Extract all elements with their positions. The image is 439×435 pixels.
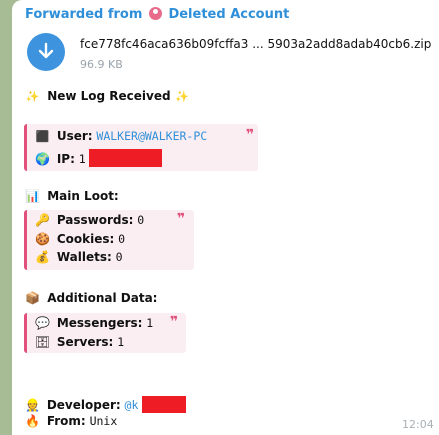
user-line: ⬛ User: WALKER@WALKER-PC: [35, 129, 208, 143]
messengers-value: 1: [146, 316, 154, 330]
main-loot-heading: 📊 Main Loot:: [25, 189, 119, 203]
ip-redaction: [89, 149, 163, 167]
bar-chart-icon: 📊: [25, 189, 40, 203]
cookies-label: Cookies:: [56, 232, 115, 246]
passwords-label: Passwords:: [56, 213, 134, 227]
user-quote-block: ⬛ User: WALKER@WALKER-PC ❞ 🌍 IP: 1: [24, 124, 258, 171]
message-bubble[interactable]: Forwarded from Deleted Account fce778fc4…: [12, 0, 439, 435]
download-arrow-icon: [38, 42, 54, 59]
additional-data-title: Additional Data:: [47, 291, 158, 305]
ip-label: IP:: [56, 152, 75, 166]
user-value[interactable]: WALKER@WALKER-PC: [96, 129, 207, 143]
additional-data-quote-block: 💬 Messengers: 1 ❞ 🗄 Servers: 1: [24, 313, 186, 353]
developer-handle[interactable]: @k: [125, 398, 139, 412]
forwarded-prefix: Forwarded from: [25, 7, 143, 22]
sparkle-icon: ✨: [25, 90, 40, 103]
package-icon: 📦: [25, 291, 40, 305]
log-title-line: ✨ New Log Received ✨: [25, 89, 193, 103]
fire-icon: 🔥: [25, 414, 40, 428]
main-loot-quote-block: 🔑 Passwords: 0 ❞ 🍪 Cookies: 0 💰 Wallets:…: [24, 210, 194, 270]
log-title: New Log Received: [47, 89, 171, 103]
file-size: 96.9 KB: [80, 58, 123, 71]
servers-label: Servers:: [56, 335, 114, 349]
cookie-icon: 🍪: [35, 232, 50, 246]
main-loot-title: Main Loot:: [47, 189, 119, 203]
wallets-line: 💰 Wallets: 0: [35, 250, 123, 264]
sparkle-icon: ✨: [175, 90, 190, 103]
computer-user-icon: ⬛: [35, 130, 50, 143]
developer-line: 👷 Developer: @k: [25, 396, 187, 413]
server-cabinet-icon: 🗄: [35, 335, 51, 349]
servers-value: 1: [117, 335, 125, 349]
money-bag-icon: 💰: [35, 250, 50, 264]
quote-mark-icon: ❞: [170, 314, 179, 330]
servers-line: 🗄 Servers: 1: [35, 335, 124, 349]
forwarded-header[interactable]: Forwarded from Deleted Account: [25, 7, 289, 22]
passwords-value: 0: [137, 213, 145, 227]
from-line: 🔥 From: Unix: [25, 414, 117, 428]
globe-icon: 🌍: [35, 152, 50, 166]
download-file-button[interactable]: [27, 33, 65, 71]
passwords-line: 🔑 Passwords: 0: [35, 213, 144, 227]
cookies-line: 🍪 Cookies: 0: [35, 232, 125, 246]
quote-mark-icon: ❞: [177, 211, 186, 227]
key-icon: 🔑: [35, 213, 50, 227]
forwarded-from-name[interactable]: Deleted Account: [168, 7, 289, 22]
from-value: Unix: [89, 414, 118, 428]
deleted-account-avatar-icon: [148, 7, 162, 20]
message-timestamp: 12:04: [402, 418, 434, 431]
ip-line: 🌍 IP: 1: [35, 149, 163, 167]
cookies-value: 0: [118, 232, 126, 246]
messengers-line: 💬 Messengers: 1: [35, 316, 153, 330]
user-label: User:: [56, 129, 93, 143]
construction-worker-icon: 👷: [25, 398, 40, 412]
from-label: From:: [46, 414, 86, 428]
developer-redaction: [142, 396, 187, 413]
additional-data-heading: 📦 Additional Data:: [25, 291, 157, 305]
wallets-value: 0: [115, 250, 123, 264]
ip-value: 1: [78, 152, 86, 166]
file-name[interactable]: fce778fc46aca636b09fcffa3 ... 5903a2add8…: [80, 37, 431, 51]
messengers-label: Messengers:: [56, 316, 143, 330]
speech-bubble-icon: 💬: [35, 316, 50, 330]
wallets-label: Wallets:: [56, 250, 112, 264]
developer-label: Developer:: [46, 398, 121, 412]
quote-mark-icon: ❞: [246, 127, 255, 143]
